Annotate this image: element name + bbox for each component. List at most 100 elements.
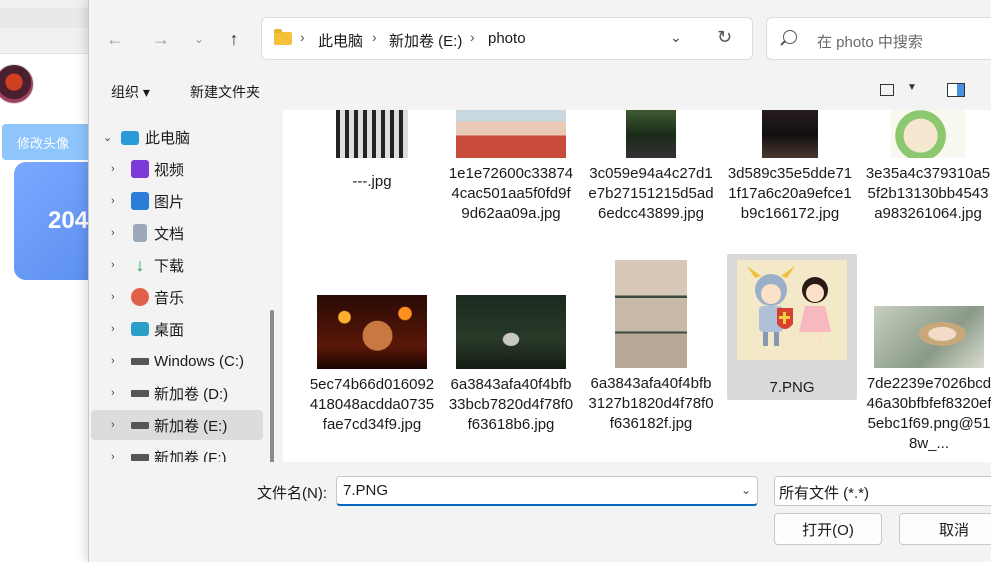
open-button[interactable]: 打开(O) <box>774 513 882 545</box>
chevron-right-icon[interactable]: › <box>111 227 115 239</box>
navigation-pane: ⌄ 此电脑 › 视频 › 图片 › 文档 › ↓ 下载 › 音乐 › 桌面 › … <box>89 110 274 462</box>
thumbnail-image <box>336 110 408 158</box>
address-box[interactable]: › 此电脑 › 新加卷 (E:) › photo ⌄ ↻ <box>261 17 753 60</box>
tree-item-label: 文档 <box>154 225 185 243</box>
chevron-right-icon[interactable]: › <box>111 355 115 367</box>
dialog-footer: 文件名(N): 7.PNG ⌄ 所有文件 (*.*) 打开(O) 取消 <box>89 462 991 562</box>
file-name: 3c059e94a4c27d1e7b27151215d5ad6edcc43899… <box>588 165 714 222</box>
file-name: 3e35a4c379310a55f2b13130bb4543a983261064… <box>865 165 991 222</box>
tree-item-drive-e[interactable]: › 新加卷 (E:) <box>91 410 263 440</box>
file-item[interactable]: 3d589c35e5dde711f17a6c20a9efce1b9c166172… <box>725 110 855 224</box>
nav-scrollbar[interactable] <box>270 310 274 462</box>
file-open-dialog: ← → ⌄ ↑ › 此电脑 › 新加卷 (E:) › photo ⌄ ↻ 在 p… <box>88 0 991 562</box>
chevron-down-icon[interactable]: ⌄ <box>741 483 751 497</box>
file-item[interactable]: 3e35a4c379310a55f2b13130bb4543a983261064… <box>863 110 991 224</box>
cancel-button[interactable]: 取消 <box>899 513 991 545</box>
tree-item-pictures[interactable]: › 图片 <box>91 186 263 216</box>
tree-item-drive-c[interactable]: › Windows (C:) <box>91 346 263 376</box>
address-history-chevron-icon[interactable]: ⌄ <box>670 29 682 46</box>
tree-item-drive-d[interactable]: › 新加卷 (D:) <box>91 378 263 408</box>
chevron-right-icon: › <box>372 29 377 45</box>
tree-item-label: 桌面 <box>154 321 185 339</box>
up-button[interactable]: ↑ <box>221 26 247 52</box>
file-name: ---.jpg <box>352 173 392 190</box>
file-item[interactable]: 1e1e72600c338744cac501aa5f0fd9f9d62aa09a… <box>446 110 576 224</box>
file-item[interactable]: 6a3843afa40f4bfb3127b1820d4f78f0f636182f… <box>586 260 716 434</box>
tree-item-label: Windows (C:) <box>154 352 245 370</box>
download-folder-icon: ↓ <box>135 255 145 275</box>
change-avatar-button[interactable]: 修改头像 <box>2 124 92 160</box>
file-name: 3d589c35e5dde711f17a6c20a9efce1b9c166172… <box>727 165 853 222</box>
breadcrumb-photo[interactable]: photo <box>488 30 526 47</box>
chevron-right-icon[interactable]: › <box>111 291 115 303</box>
chevron-right-icon[interactable]: › <box>111 387 115 399</box>
chevron-right-icon[interactable]: › <box>111 323 115 335</box>
breadcrumb-drive-e[interactable]: 新加卷 (E:) <box>389 30 462 51</box>
recent-locations-button[interactable]: ⌄ <box>186 26 212 52</box>
tree-item-downloads[interactable]: › ↓ 下载 <box>91 250 263 280</box>
file-item[interactable]: 5ec74b66d016092418048acdda0735fae7cd34f9… <box>307 260 437 435</box>
file-name: 7de2239e7026bcd46a30bfbfef8320ef5ebc1f69… <box>866 375 991 452</box>
file-item[interactable]: 3c059e94a4c27d1e7b27151215d5ad6edcc43899… <box>586 110 716 224</box>
filename-value[interactable]: 7.PNG <box>343 482 388 499</box>
desktop-folder-icon <box>131 322 149 336</box>
chevron-right-icon: › <box>300 29 305 45</box>
background-page: 修改头像 204 <box>0 0 104 562</box>
file-name: 1e1e72600c338744cac501aa5f0fd9f9d62aa09a… <box>448 165 574 222</box>
tree-item-music[interactable]: › 音乐 <box>91 282 263 312</box>
file-item[interactable]: 7de2239e7026bcd46a30bfbfef8320ef5ebc1f69… <box>864 260 991 454</box>
tree-item-this-pc[interactable]: ⌄ 此电脑 <box>91 122 263 152</box>
command-bar: 组织 ▾ 新建文件夹 ▼ <box>89 74 991 110</box>
chevron-down-icon: ⌄ <box>193 32 205 46</box>
refresh-icon[interactable]: ↻ <box>717 27 732 48</box>
chevron-right-icon[interactable]: › <box>111 163 115 175</box>
file-item[interactable]: 7.PNG <box>727 254 857 400</box>
thumbnail-image <box>456 110 566 158</box>
file-item[interactable]: 6a3843afa40f4bfb33bcb7820d4f78f0f63618b6… <box>446 260 576 435</box>
chevron-right-icon[interactable]: › <box>111 451 115 462</box>
address-bar-row: ← → ⌄ ↑ › 此电脑 › 新加卷 (E:) › photo ⌄ ↻ 在 p… <box>89 0 991 74</box>
back-button[interactable]: ← <box>102 26 128 52</box>
organize-menu[interactable]: 组织 ▾ <box>111 82 150 102</box>
forward-button[interactable]: → <box>148 26 174 52</box>
filename-input[interactable]: 7.PNG ⌄ <box>336 476 758 506</box>
chevron-right-icon: › <box>470 29 475 45</box>
breadcrumb-this-pc[interactable]: 此电脑 <box>318 30 363 51</box>
new-folder-button[interactable]: 新建文件夹 <box>190 82 260 102</box>
tree-item-label: 新加卷 (F:) <box>154 449 227 463</box>
up-arrow-icon: ↑ <box>229 28 239 49</box>
tree-item-desktop[interactable]: › 桌面 <box>91 314 263 344</box>
drive-icon <box>131 357 149 365</box>
pictures-folder-icon <box>131 192 149 210</box>
tree-item-label: 新加卷 (E:) <box>154 417 228 435</box>
chevron-right-icon[interactable]: › <box>111 259 115 271</box>
avatar[interactable] <box>0 64 34 104</box>
search-input[interactable]: 在 photo 中搜索 <box>817 31 923 52</box>
search-box[interactable]: 在 photo 中搜索 <box>766 17 991 60</box>
filetype-select[interactable]: 所有文件 (*.*) <box>774 476 991 506</box>
thumbnail-image <box>615 260 687 368</box>
view-dropdown-icon[interactable]: ▼ <box>907 82 917 93</box>
back-arrow-icon: ← <box>106 28 124 49</box>
music-folder-icon <box>131 288 149 306</box>
chevron-right-icon[interactable]: › <box>111 419 115 431</box>
filetype-value: 所有文件 (*.*) <box>779 485 870 502</box>
cartoon-knight-image <box>737 260 847 360</box>
chevron-right-icon[interactable]: › <box>111 195 115 207</box>
drive-icon <box>131 389 149 397</box>
thumbnail-image <box>737 260 847 360</box>
view-options-icon[interactable] <box>880 84 894 96</box>
file-name: 6a3843afa40f4bfb3127b1820d4f78f0f636182f… <box>588 375 714 432</box>
thumbnail-image <box>626 110 676 158</box>
drive-icon <box>131 453 149 461</box>
tree-item-videos[interactable]: › 视频 <box>91 154 263 184</box>
tree-item-drive-f[interactable]: › 新加卷 (F:) <box>91 442 263 463</box>
thumbnail-image <box>874 306 984 368</box>
computer-icon <box>121 131 139 145</box>
tree-item-label: 视频 <box>154 161 185 179</box>
tree-item-label: 图片 <box>154 193 185 211</box>
chevron-down-icon[interactable]: ⌄ <box>103 131 112 144</box>
preview-pane-icon[interactable] <box>947 83 965 97</box>
tree-item-documents[interactable]: › 文档 <box>91 218 263 248</box>
file-item[interactable]: ---.jpg <box>307 110 437 192</box>
